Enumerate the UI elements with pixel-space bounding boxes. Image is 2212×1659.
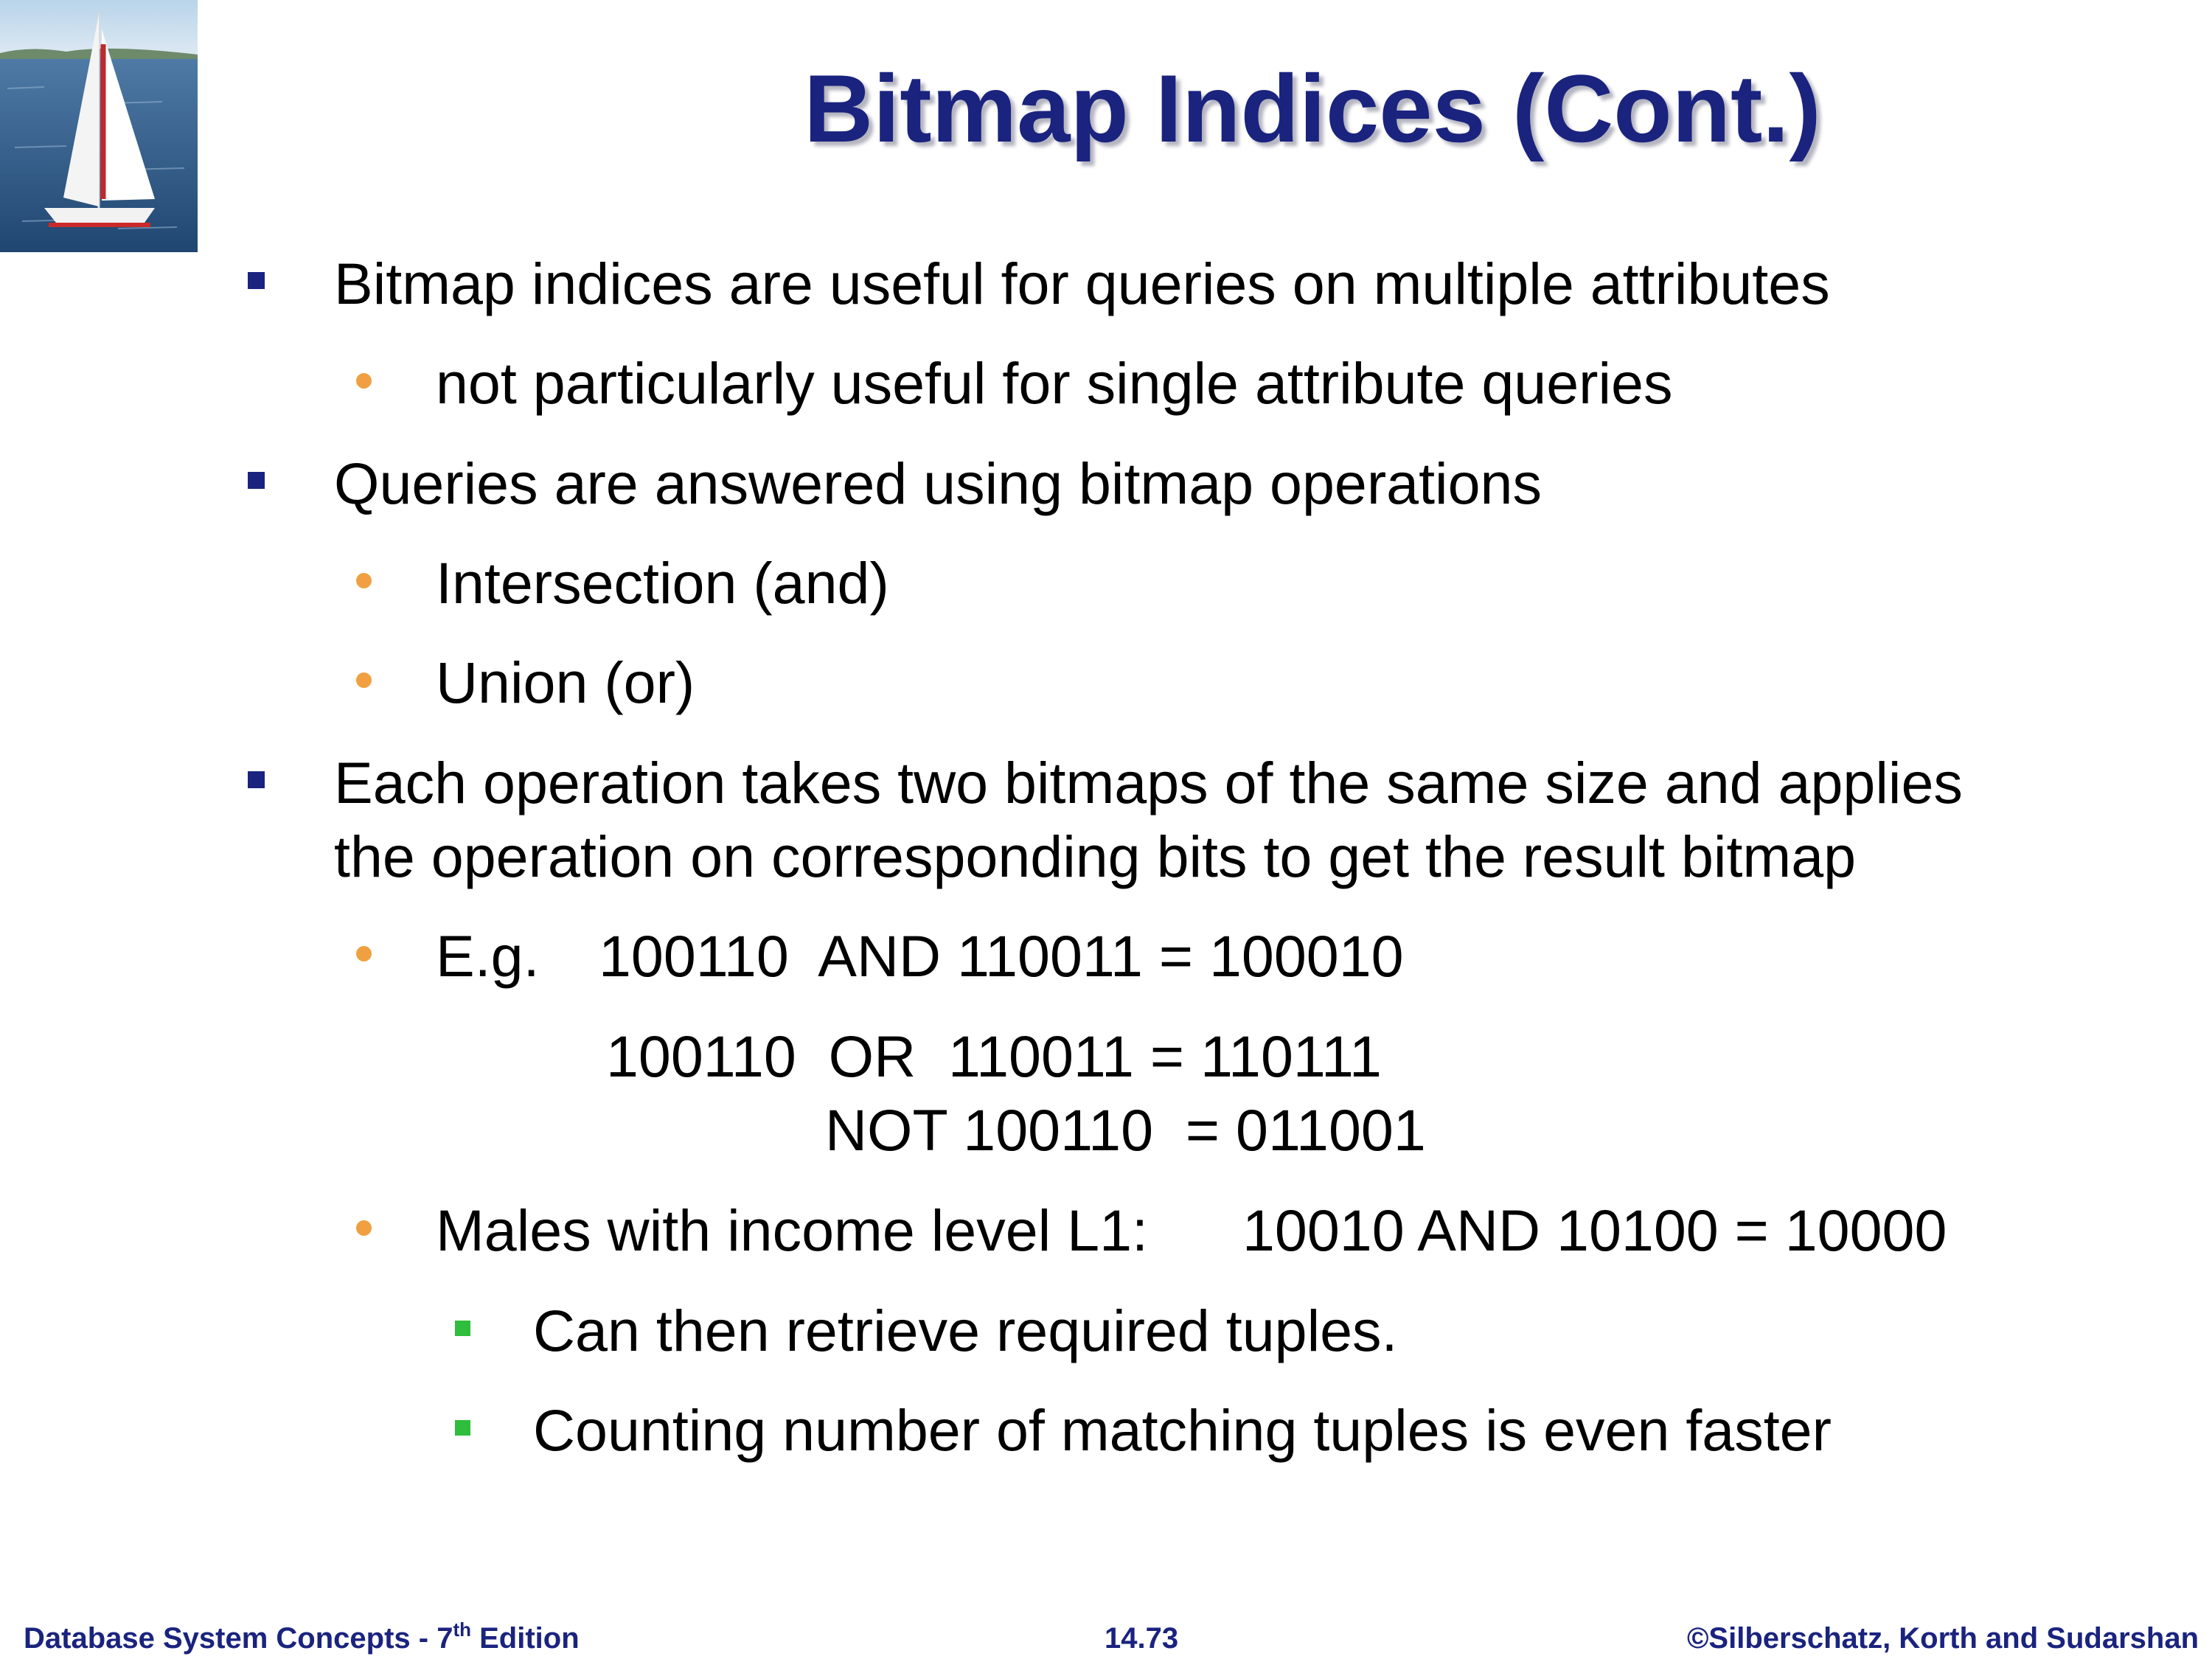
example-and: 100110 AND 110011 = 100010 <box>599 923 1404 989</box>
bullet-text-continued: the operation on corresponding bits to g… <box>334 824 1857 889</box>
square-bullet-icon <box>248 472 265 489</box>
example-prefix: E.g. <box>436 923 540 989</box>
sub-sub-bullet-text: Counting number of matching tuples is ev… <box>533 1397 1832 1463</box>
slide-content: Bitmap indices are useful for queries on… <box>0 0 2212 1659</box>
footer-copyright: ©Silberschatz, Korth and Sudarshan <box>1686 1622 2199 1655</box>
footer-slide-number: 14.73 <box>1105 1622 1179 1655</box>
bullet-text: Bitmap indices are useful for queries on… <box>334 251 1830 316</box>
dot-bullet-icon <box>356 373 372 389</box>
males-expression: 10010 AND 10100 = 10000 <box>1242 1197 1947 1263</box>
square-bullet-icon <box>248 771 265 788</box>
dot-bullet-icon <box>356 1220 372 1236</box>
footer-edition-superscript: th <box>453 1618 471 1641</box>
bullet-text: Each operation takes two bitmaps of the … <box>334 750 1963 815</box>
green-bullet-icon <box>455 1420 470 1436</box>
green-bullet-icon <box>455 1321 470 1336</box>
dot-bullet-icon <box>356 946 372 961</box>
example-or: 100110 OR 110011 = 110111 <box>606 1023 1382 1089</box>
dot-bullet-icon <box>356 672 372 688</box>
sub-sub-bullet-text: Can then retrieve required tuples. <box>533 1298 1398 1363</box>
example-not: NOT 100110 = 011001 <box>825 1097 1426 1163</box>
sub-bullet-text: Intersection (and) <box>436 550 889 616</box>
footer-edition-text: Edition <box>471 1622 580 1655</box>
footer-book-title-text: Database System Concepts - 7 <box>24 1622 453 1655</box>
footer-book-title: Database System Concepts - 7th Edition <box>24 1620 580 1657</box>
males-label: Males with income level L1: <box>436 1197 1148 1263</box>
square-bullet-icon <box>248 272 265 289</box>
sub-bullet-text: not particularly useful for single attri… <box>436 350 1673 416</box>
bullet-text: Queries are answered using bitmap operat… <box>334 451 1542 516</box>
sub-bullet-text: Union (or) <box>436 650 695 715</box>
dot-bullet-icon <box>356 573 372 588</box>
